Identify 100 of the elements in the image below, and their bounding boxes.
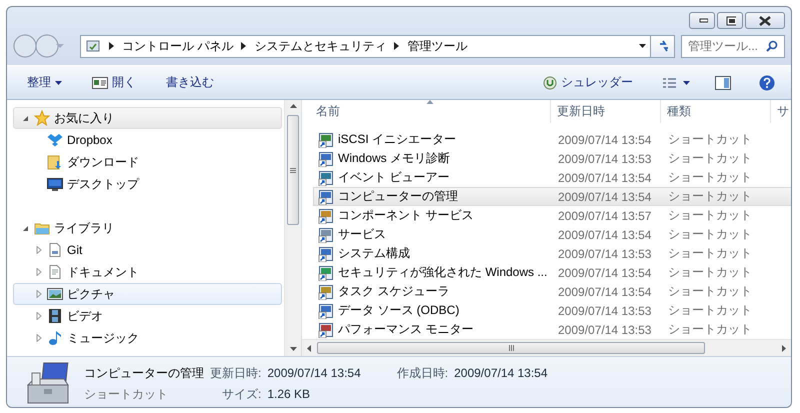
shortcut-icon <box>318 226 334 242</box>
nav-item[interactable]: ダウンロード <box>13 151 282 173</box>
table-cell-text: 2009/07/14 13:54 <box>557 170 652 184</box>
nav-item[interactable]: デスクトップ <box>13 173 282 195</box>
shortcut-icon <box>318 302 334 318</box>
picture-icon <box>47 286 63 302</box>
table-cell-text: ショートカット <box>667 169 753 186</box>
expand-arrow-icon[interactable] <box>36 334 42 342</box>
nav-label: ミュージック <box>67 330 139 346</box>
table-cell-text: 2009/07/14 13:54 <box>557 132 652 146</box>
music-note-icon <box>47 330 63 346</box>
scroll-up-arrow-icon[interactable] <box>290 104 296 108</box>
shredder-icon <box>543 76 557 90</box>
nav-item[interactable]: ライブラリ <box>13 217 282 239</box>
nav-item[interactable]: Dropbox <box>13 129 282 151</box>
toolbar-button[interactable]: 開く <box>86 71 142 94</box>
toolbar-button[interactable]: シュレッダー <box>537 71 639 94</box>
chevron-icon[interactable] <box>394 42 400 50</box>
toolbar-button[interactable]: 書き込む <box>160 71 220 94</box>
horizontal-scrollbar[interactable] <box>302 339 791 356</box>
table-cell-text: 2009/07/14 13:53 <box>557 304 652 318</box>
search-icon[interactable] <box>766 40 778 52</box>
file-row[interactable]: データ ソース (ODBC) 2009/07/14 13:53 ショートカット <box>313 301 791 320</box>
nav-label: Dropbox <box>67 133 112 147</box>
file-row[interactable]: サービス 2009/07/14 13:54 ショートカット <box>313 225 791 244</box>
file-name: iSCSI イニシエーター <box>338 131 456 148</box>
chevron-icon[interactable] <box>109 42 114 50</box>
address-bar[interactable]: コントロール パネル システムとセキュリティ 管理ツール <box>80 34 651 58</box>
vertical-scrollbar[interactable] <box>284 100 301 356</box>
scroll-right-arrow-icon[interactable] <box>782 344 786 352</box>
close-icon <box>758 15 772 26</box>
expand-arrow-icon[interactable] <box>36 268 42 276</box>
nav-item[interactable]: Git <box>13 239 282 261</box>
scroll-left-arrow-icon[interactable] <box>307 344 311 352</box>
breadcrumb-link[interactable]: コントロール パネル <box>122 38 234 54</box>
star-icon <box>34 110 50 126</box>
maximize-icon <box>726 16 736 25</box>
file-row[interactable]: セキュリティが強化された Windows ... 2009/07/14 13:54 ショートカット <box>313 263 791 282</box>
shortcut-icon <box>318 150 334 166</box>
field-value: 2009/07/14 13:54 <box>267 366 361 380</box>
file-row[interactable]: コンピューターの管理 2009/07/14 13:54 ショートカット <box>313 187 791 206</box>
toolbar-button[interactable]: 整理 <box>21 71 68 94</box>
file-name: Windows メモリ診断 <box>338 150 450 167</box>
table-cell-text: 2009/07/14 13:54 <box>557 284 652 298</box>
minimize-button[interactable] <box>689 12 715 29</box>
chevron-icon[interactable] <box>241 42 246 50</box>
file-row[interactable]: システム構成 2009/07/14 13:53 ショートカット <box>313 244 791 263</box>
file-row[interactable]: パフォーマンス モニター 2009/07/14 13:53 ショートカット <box>313 320 791 339</box>
file-row[interactable]: タスク スケジューラ 2009/07/14 13:54 ショートカット <box>313 282 791 301</box>
expand-arrow-icon[interactable] <box>36 246 42 254</box>
toolbox-computer-icon <box>24 360 72 406</box>
search-field[interactable]: 管理ツール... <box>681 34 785 58</box>
table-cell-text: 2009/07/14 13:53 <box>557 152 652 166</box>
collapse-arrow-icon[interactable] <box>22 224 29 232</box>
scrollbar-thumb[interactable] <box>287 115 299 225</box>
shortcut-icon <box>318 132 334 148</box>
file-name: サービス <box>338 226 386 243</box>
scroll-down-arrow-icon[interactable] <box>290 347 296 351</box>
field-label: サイズ: <box>221 386 262 402</box>
column-header[interactable]: 名前 <box>310 100 551 123</box>
window-icon <box>92 76 108 88</box>
shortcut-icon <box>318 284 334 300</box>
file-row[interactable]: コンポーネント サービス 2009/07/14 13:57 ショートカット <box>313 206 791 225</box>
column-header[interactable]: サ <box>771 100 791 123</box>
list-view-icon <box>663 76 691 88</box>
dropdown-caret-icon[interactable] <box>639 44 646 48</box>
nav-label: ライブラリ <box>54 220 114 236</box>
column-header[interactable]: 種類 <box>661 100 771 123</box>
close-button[interactable] <box>745 12 785 29</box>
field-label: 更新日時: <box>210 364 262 382</box>
shortcut-icon <box>318 208 334 224</box>
nav-item[interactable]: ミュージック <box>13 327 282 349</box>
nav-item[interactable]: ビデオ <box>13 305 282 327</box>
nav-item[interactable]: ドキュメント <box>13 261 282 283</box>
maximize-button[interactable] <box>717 12 743 29</box>
preview-pane-icon <box>715 74 731 90</box>
file-row[interactable]: イベント ビューアー 2009/07/14 13:54 ショートカット <box>313 168 791 187</box>
file-name: イベント ビューアー <box>338 169 450 186</box>
breadcrumb-link[interactable]: システムとセキュリティ <box>254 38 386 54</box>
nav-label: ダウンロード <box>67 154 139 170</box>
table-cell-text: ショートカット <box>667 321 753 338</box>
diamond-icon <box>47 132 63 148</box>
file-row[interactable]: iSCSI イニシエーター 2009/07/14 13:54 ショートカット <box>313 130 791 149</box>
help-icon <box>759 74 775 90</box>
shortcut-icon <box>318 170 334 186</box>
expand-arrow-icon[interactable] <box>36 312 42 320</box>
control-panel-icon <box>85 38 101 54</box>
table-cell-text: 2009/07/14 13:54 <box>557 266 652 280</box>
scrollbar-thumb[interactable] <box>317 342 705 354</box>
refresh-button[interactable] <box>651 34 675 58</box>
column-header[interactable]: 更新日時 <box>551 100 661 123</box>
nav-item[interactable]: お気に入り <box>13 107 282 129</box>
nav-label: お気に入り <box>54 110 114 126</box>
file-row[interactable]: Windows メモリ診断 2009/07/14 13:53 ショートカット <box>313 149 791 168</box>
table-cell-text: ショートカット <box>667 302 753 319</box>
breadcrumb-link[interactable]: 管理ツール <box>407 38 468 54</box>
nav-item[interactable]: ピクチャ <box>13 283 282 305</box>
table-cell-text: ショートカット <box>667 131 753 148</box>
collapse-arrow-icon[interactable] <box>22 114 29 122</box>
table-cell-text: ショートカット <box>667 207 753 224</box>
